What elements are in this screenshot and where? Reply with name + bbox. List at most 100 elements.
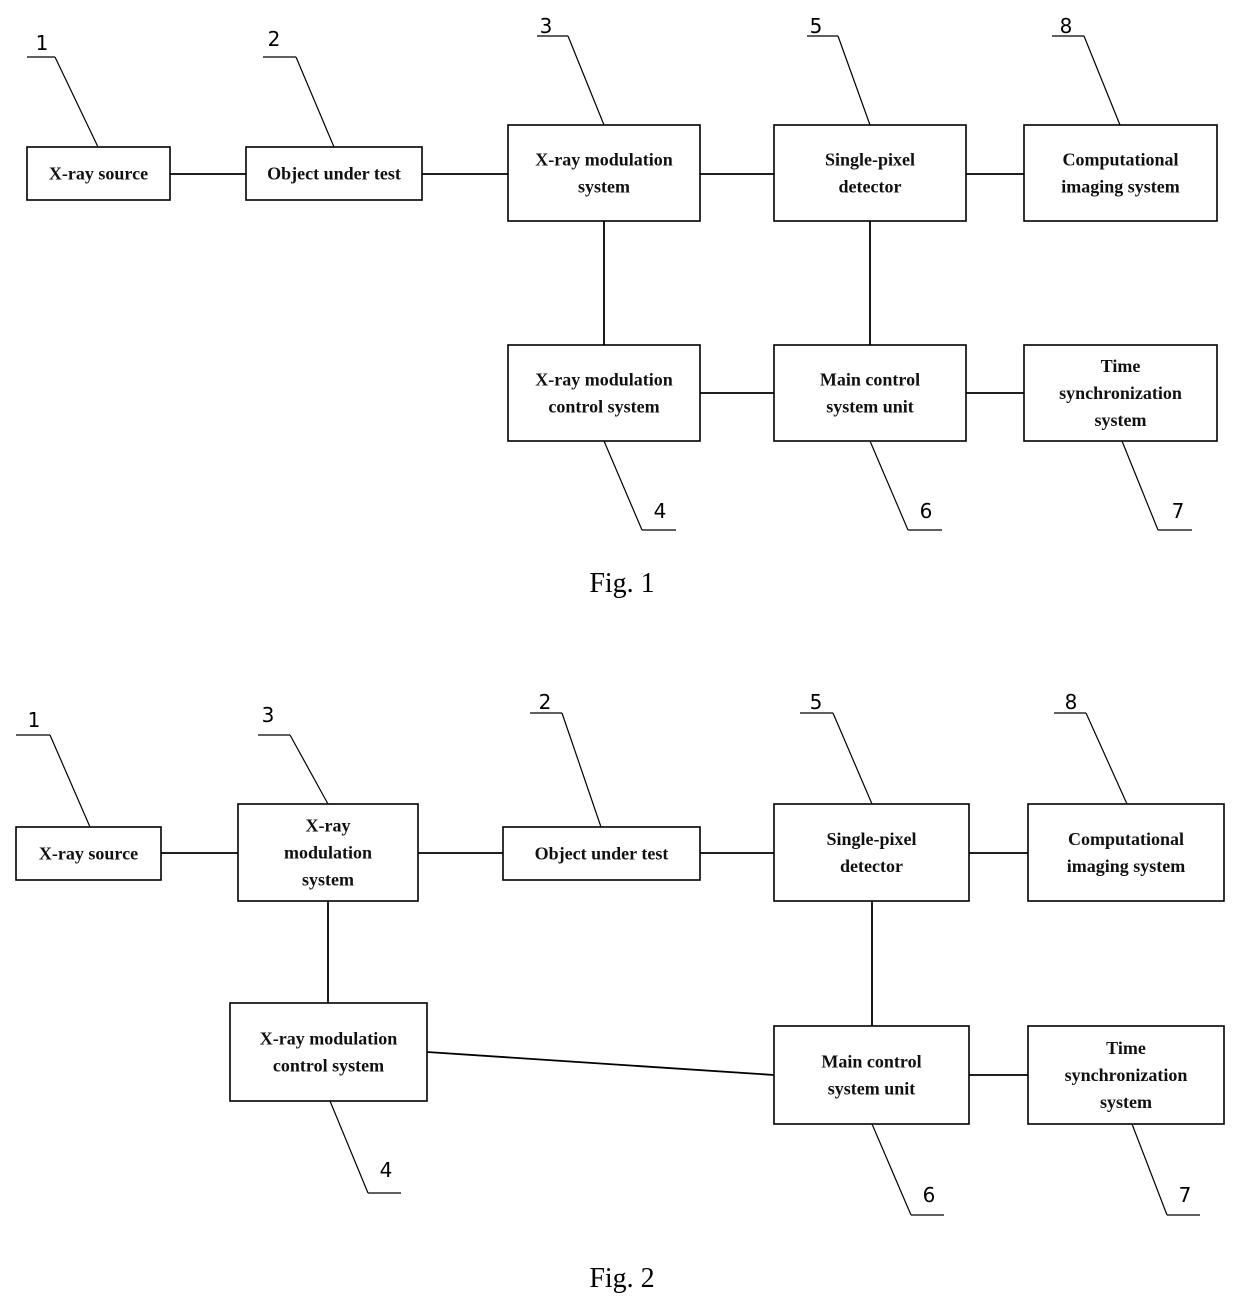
reference-numeral-4: 4 [603,440,676,531]
reference-numeral-1: 1 [27,31,99,148]
block-time-sync: Time synchronization system [1023,344,1218,442]
block-frame [773,803,970,902]
block-main-control: Main control system unit [773,344,967,442]
connection-mod-control-to-main-control [426,1051,775,1076]
leader-line [1085,712,1128,805]
leader-line [289,734,329,805]
reference-numeral-5: 5 [807,14,871,126]
reference-numeral-4: 4 [329,1100,401,1194]
reference-number: 5 [810,690,823,714]
block-label-line: Object under test [535,844,669,864]
block-time-sync: Time synchronization system [1027,1025,1225,1125]
leader-line [1083,35,1121,126]
block-label-line: Main control [821,1052,921,1072]
leader-line [832,712,873,805]
leader-line [329,1100,369,1194]
block-imaging: Computational imaging system [1023,124,1218,222]
block-modulation: X-ray modulation system [237,803,419,902]
block-frame [507,344,701,442]
reference-numeral-6: 6 [869,440,942,531]
patent-diagram-canvas: X-ray source 1 Object under test 2 X-ray mod… [15,14,1225,1294]
figure-caption: Fig. 2 [589,1263,654,1294]
reference-number: 5 [810,14,823,38]
block-xray-source: X-ray source [26,146,171,201]
block-label-line: Single-pixel [825,150,915,170]
block-label-line: system [1100,1092,1152,1112]
block-label-line: system unit [828,1079,916,1099]
reference-number: 2 [539,690,552,714]
reference-numeral-3: 3 [537,14,605,126]
block-object: Object under test [502,826,701,881]
reference-number: 7 [1179,1183,1192,1207]
reference-number: 1 [36,31,49,55]
block-label-line: detector [839,177,902,197]
block-xray-source: X-ray source [15,826,162,881]
leader-line [567,35,605,126]
reference-number: 6 [920,499,933,523]
block-label-line: X-ray modulation [535,150,673,170]
block-label-line: system [1095,410,1147,430]
leader-line [54,56,99,148]
reference-numeral-8: 8 [1054,690,1128,805]
block-label-line: control system [273,1056,384,1076]
reference-numeral-2: 2 [530,690,602,828]
block-frame [1027,803,1225,902]
block-label-line: system [302,870,354,890]
leader-line [49,734,91,828]
leader-line [871,1123,912,1216]
leader-line [1121,440,1159,531]
block-frame [773,1025,970,1125]
leader-line [1131,1123,1168,1216]
block-label-line: Main control [820,370,920,390]
leader-line [561,712,602,828]
block-main-control: Main control system unit [773,1025,970,1125]
reference-number: 6 [923,1183,936,1207]
reference-number: 1 [28,708,41,732]
block-label-line: Time [1106,1038,1146,1058]
block-frame [773,344,967,442]
block-label-line: Computational [1062,150,1178,170]
fig1-diagram: X-ray source 1 Object under test 2 X-ray mod… [26,14,1218,599]
reference-number: 8 [1060,14,1073,38]
block-frame [773,124,967,222]
block-label-line: imaging system [1067,856,1186,876]
block-label-line: X-ray modulation [535,370,673,390]
block-label-line: control system [548,397,659,417]
block-label-line: imaging system [1061,177,1180,197]
leader-line [837,35,871,126]
block-modulation: X-ray modulation system [507,124,701,222]
block-label-line: modulation [284,843,372,863]
block-label-line: system unit [826,397,914,417]
reference-numeral-7: 7 [1131,1123,1200,1216]
reference-number: 4 [380,1158,393,1182]
block-label-line: X-ray [306,816,351,836]
reference-numeral-2: 2 [263,27,335,148]
block-label-line: synchronization [1059,383,1182,403]
block-label-line: X-ray modulation [260,1029,398,1049]
block-label-line: Single-pixel [826,829,916,849]
reference-number: 2 [268,27,281,51]
fig2-diagram: X-ray source 1 X-ray modulation system 3 Objec… [15,690,1225,1294]
reference-number: 4 [654,499,667,523]
block-label-line: X-ray source [49,164,148,184]
block-label-line: Time [1101,356,1141,376]
block-mod-control: X-ray modulation control system [229,1002,428,1102]
reference-number: 3 [262,703,275,727]
reference-number: 8 [1065,690,1078,714]
block-label-line: Computational [1068,829,1184,849]
block-label-line: Object under test [267,164,401,184]
block-frame [507,124,701,222]
block-object: Object under test [245,146,423,201]
leader-line [869,440,909,531]
block-detector: Single-pixel detector [773,124,967,222]
reference-numeral-7: 7 [1121,440,1192,531]
block-frame [1023,124,1218,222]
reference-number: 3 [540,14,553,38]
block-detector: Single-pixel detector [773,803,970,902]
leader-line [295,56,335,148]
block-label-line: synchronization [1065,1065,1188,1085]
reference-numeral-1: 1 [16,708,91,828]
block-frame [229,1002,428,1102]
figure-caption: Fig. 1 [589,568,654,599]
reference-number: 7 [1172,499,1185,523]
